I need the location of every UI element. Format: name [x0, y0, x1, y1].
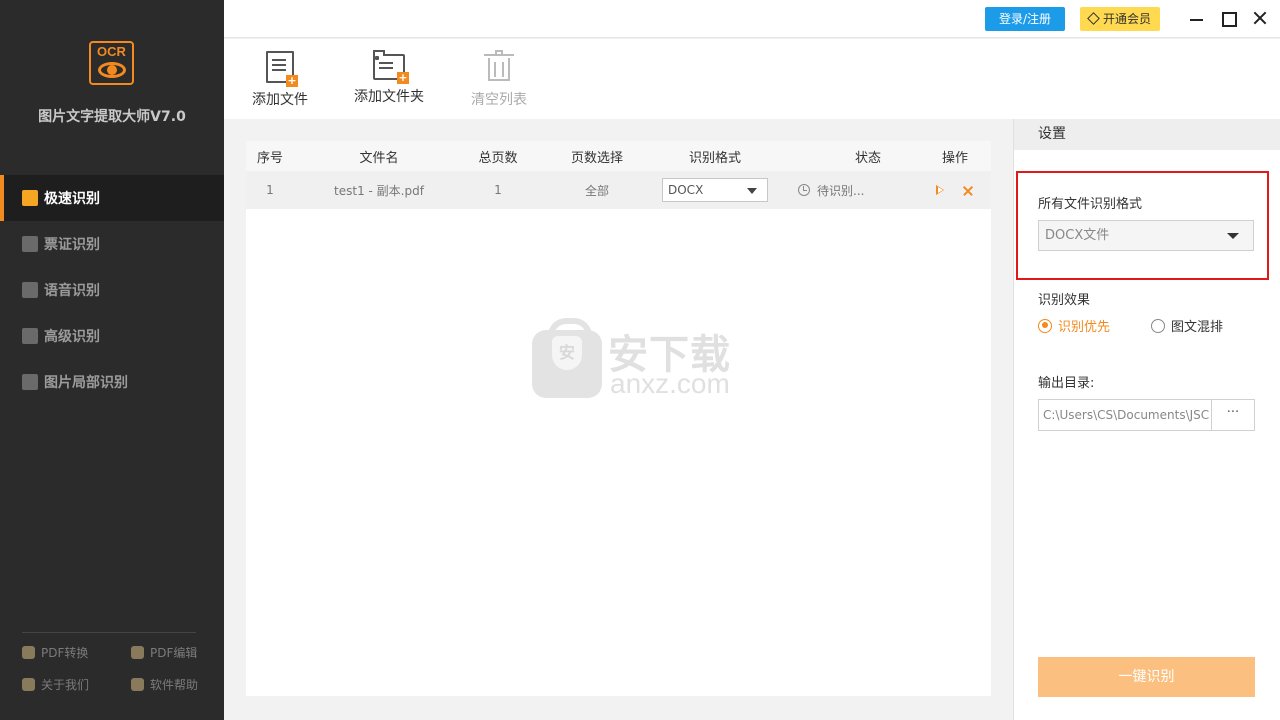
sidebar-item-label: 语音识别 [44, 283, 100, 299]
pdf-edit-icon [131, 646, 144, 659]
run-ocr-button[interactable]: 一键识别 [1038, 657, 1255, 697]
add-folder-button[interactable]: + 添加文件夹 [352, 39, 426, 106]
quick-ocr-icon [22, 190, 38, 206]
sidebar-divider [22, 632, 196, 633]
help-link[interactable]: 软件帮助 [131, 676, 198, 693]
format-select-value: DOCX文件 [1045, 228, 1110, 243]
maximize-icon[interactable] [1219, 8, 1239, 28]
sidebar-item-advanced-ocr[interactable]: 高级识别 [0, 313, 224, 359]
cell: DOCX [662, 171, 768, 209]
sidebar-item-label: 票证识别 [44, 237, 100, 253]
sidebar-item-card-ocr[interactable]: 票证识别 [0, 221, 224, 267]
watermark-shield-icon: 安 [552, 336, 582, 370]
row-pages: 1 [494, 183, 502, 197]
chevron-down-icon [747, 188, 757, 194]
radio-dot [1038, 318, 1052, 333]
chevron-down-icon [1227, 233, 1239, 239]
clock-icon [798, 184, 810, 196]
vip-label: 开通会员 [1102, 12, 1151, 26]
footer-link-label: 关于我们 [41, 678, 90, 692]
row-page-select[interactable]: 全部 [532, 171, 662, 209]
footer-link-label: PDF编辑 [150, 646, 198, 660]
settings-title: 设置 [1014, 119, 1280, 150]
row-filename: test1 - 副本.pdf [334, 183, 424, 198]
file-list-panel: 序号 文件名 总页数 页数选择 识别格式 状态 操作 1 test1 - 副本.… [246, 141, 991, 696]
row-format-value: DOCX [668, 183, 704, 197]
radio-label: 图文混排 [1171, 320, 1224, 335]
add-file-icon: + [266, 51, 298, 87]
output-label: 输出目录: [1038, 376, 1095, 391]
pdf-convert-icon [22, 646, 35, 659]
sidebar-item-label: 图片局部识别 [44, 375, 128, 391]
column-header-pages: 总页数 [478, 150, 518, 166]
pupil [107, 65, 117, 75]
footer-link-label: 软件帮助 [150, 678, 199, 692]
add-file-button[interactable]: + 添加文件 [250, 39, 310, 109]
table-row[interactable]: 1 test1 - 副本.pdf 1 全部 DOCX 待识别... [246, 171, 991, 209]
output-path-input[interactable]: C:\Users\CS\Documents\JSC [1038, 399, 1212, 431]
close-icon[interactable] [1250, 8, 1270, 28]
delete-icon[interactable] [962, 185, 974, 197]
card-ocr-icon [22, 236, 38, 252]
clear-list-label: 清空列表 [471, 92, 527, 108]
ocr-logo-icon: OCR [89, 41, 134, 85]
pdf-edit-link[interactable]: PDF编辑 [131, 644, 197, 661]
column-header-action: 操作 [941, 150, 968, 166]
microphone-icon [22, 282, 38, 298]
settings-panel: 设置 所有文件识别格式 DOCX文件 识别效果 识别优先 图文混排 输出目录: … [1013, 119, 1280, 720]
vip-button[interactable]: 开通会员 [1080, 7, 1160, 31]
watermark-domain: anxz.com [610, 368, 730, 399]
column-header-page-select: 页数选择 [570, 150, 623, 166]
pdf-convert-link[interactable]: PDF转换 [22, 644, 88, 661]
login-button[interactable]: 登录/注册 [985, 7, 1065, 31]
minimize-icon[interactable] [1187, 8, 1207, 28]
browse-button[interactable]: ··· [1211, 399, 1255, 431]
radio-label: 识别优先 [1058, 320, 1111, 335]
watermark: 安 安下载 anxz.com [532, 318, 752, 400]
trash-icon [484, 50, 514, 83]
sidebar-item-quick-ocr[interactable]: 极速识别 [0, 175, 224, 221]
add-folder-icon: + [373, 50, 409, 84]
sidebar-nav: 极速识别 票证识别 语音识别 高级识别 图片局部识别 [0, 175, 224, 405]
radio-mixed-layout[interactable]: 图文混排 [1151, 316, 1223, 335]
clear-list-button[interactable]: 清空列表 [468, 39, 530, 109]
logo-text: OCR [97, 44, 126, 59]
radio-dot [1151, 318, 1165, 333]
toolbar: + 添加文件 + 添加文件夹 清空列表 [224, 39, 1280, 119]
format-select[interactable]: DOCX文件 [1038, 220, 1254, 251]
sidebar-item-label: 高级识别 [44, 329, 100, 345]
start-icon[interactable] [936, 185, 944, 195]
add-folder-label: 添加文件夹 [354, 89, 424, 105]
about-icon [22, 678, 35, 691]
radio-recognition-priority[interactable]: 识别优先 [1038, 316, 1110, 335]
column-header-format: 识别格式 [688, 150, 741, 166]
file-list-header: 序号 文件名 总页数 页数选择 识别格式 状态 操作 [246, 141, 991, 171]
advanced-ocr-icon [22, 328, 38, 344]
format-label: 所有文件识别格式 [1038, 197, 1143, 212]
row-format-select[interactable]: DOCX [662, 178, 768, 202]
title-bar: 登录/注册 开通会员 [224, 0, 1280, 38]
app-title: 图片文字提取大师V7.0 [38, 109, 186, 125]
image-region-icon [22, 374, 38, 390]
diamond-icon [1087, 12, 1100, 25]
footer-link-label: PDF转换 [41, 646, 89, 660]
add-file-label: 添加文件 [252, 92, 308, 108]
column-header-index: 序号 [256, 150, 283, 166]
sidebar-item-label: 极速识别 [44, 191, 100, 207]
row-status: 待识别... [817, 183, 865, 198]
sidebar-item-image-region-ocr[interactable]: 图片局部识别 [0, 359, 224, 405]
sidebar: OCR 图片文字提取大师V7.0 极速识别 票证识别 语音识别 高级识别 图片局… [0, 0, 224, 720]
help-icon [131, 678, 144, 691]
about-link[interactable]: 关于我们 [22, 676, 89, 693]
column-header-filename: 文件名 [359, 150, 399, 166]
effect-label: 识别效果 [1038, 293, 1091, 308]
row-index: 1 [266, 183, 274, 197]
sidebar-item-voice-ocr[interactable]: 语音识别 [0, 267, 224, 313]
